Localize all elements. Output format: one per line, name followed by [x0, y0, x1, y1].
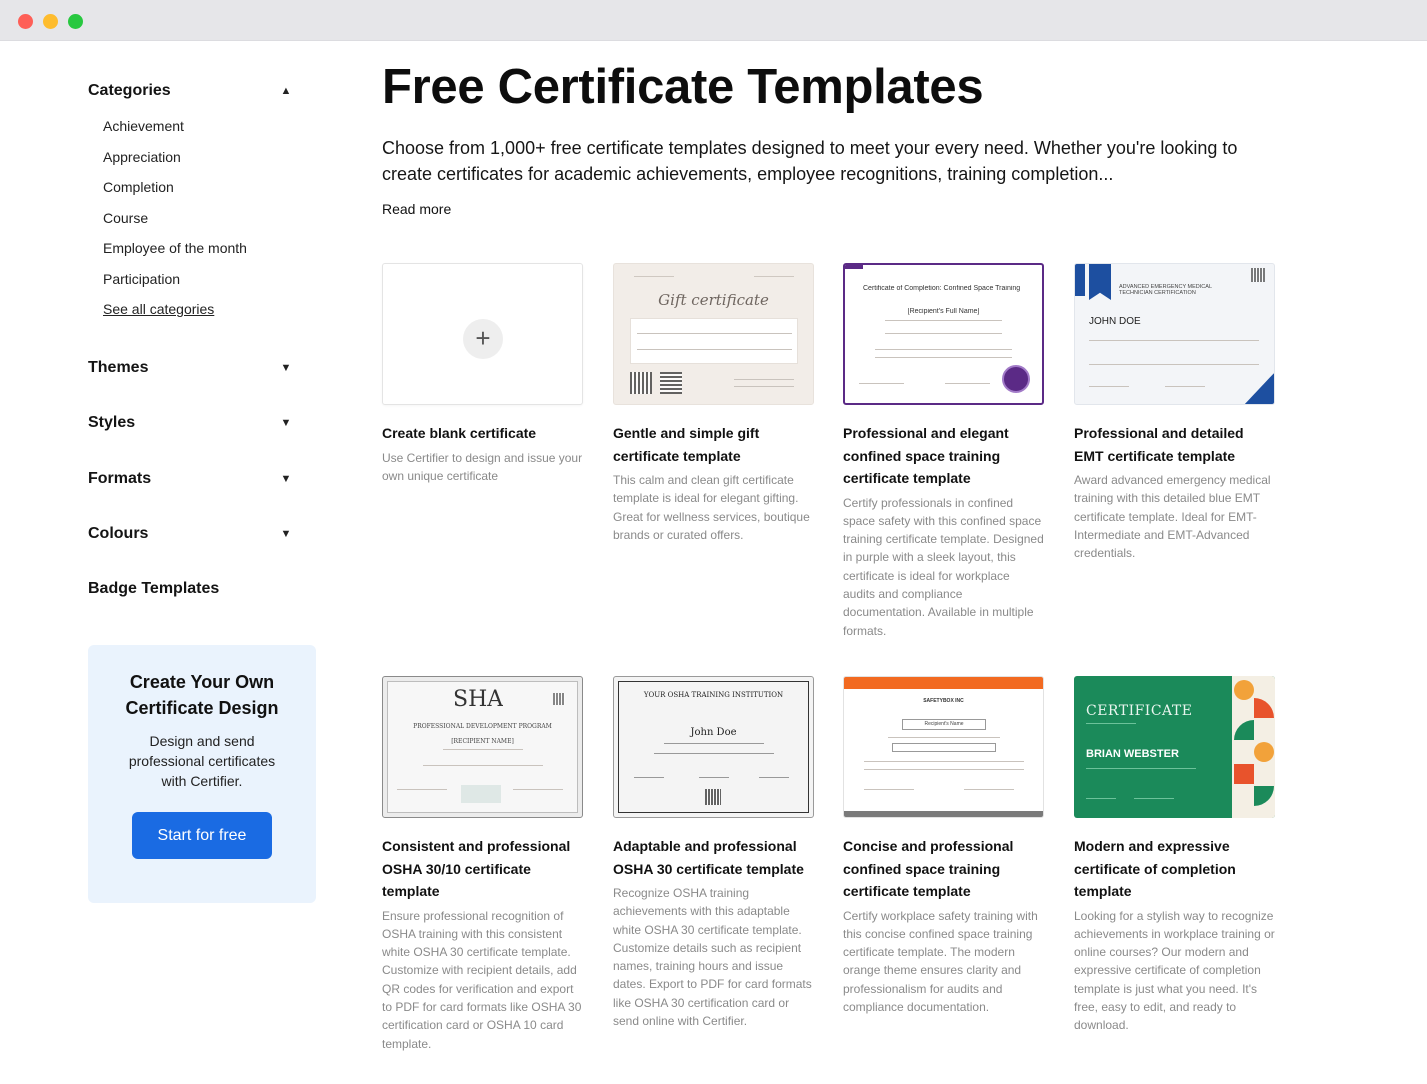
thumb-heading: Certificate of Completion: Confined Spac…	[863, 285, 1021, 292]
category-item-appreciation[interactable]: Appreciation	[103, 147, 247, 178]
blank-certificate-thumbnail[interactable]: +	[382, 263, 583, 405]
formats-title: Formats	[88, 470, 152, 487]
category-item-course[interactable]: Course	[103, 208, 247, 239]
promo-box: Create Your Own Certificate Design Desig…	[88, 645, 316, 903]
card-title[interactable]: Modern and expressive certificate of com…	[1074, 835, 1275, 903]
thumb-logo-text: SHA	[453, 687, 504, 712]
template-card-confined-space-purple[interactable]: Certificate of Completion: Confined Spac…	[843, 263, 1044, 640]
categories-toggle[interactable]: Categories ▲	[88, 79, 293, 103]
qr-code-icon	[630, 372, 652, 394]
chevron-up-icon: ▲	[280, 85, 292, 97]
osha-30-thumbnail[interactable]: YOUR OSHA TRAINING INSTITUTION John Doe	[613, 676, 814, 818]
styles-toggle[interactable]: Styles ▼	[88, 411, 293, 435]
card-title[interactable]: Create blank certificate	[382, 422, 583, 445]
card-description: Certify workplace safety training with t…	[843, 908, 1038, 1014]
gift-form-box	[630, 318, 798, 364]
card-description: Award advanced emergency medical trainin…	[1074, 473, 1271, 561]
category-item-participation[interactable]: Participation	[103, 269, 247, 300]
thumb-program: PROFESSIONAL DEVELOPMENT PROGRAM	[413, 723, 552, 730]
card-title[interactable]: Professional and detailed EMT certificat…	[1074, 422, 1275, 467]
confined-space-orange-thumbnail[interactable]: SAFETYBOX INC Recipient's Name	[843, 676, 1044, 818]
categories-title: Categories	[88, 82, 171, 99]
qr-code-icon	[1251, 268, 1265, 282]
template-card-confined-space-orange[interactable]: SAFETYBOX INC Recipient's Name Concise a…	[843, 676, 1044, 1016]
gift-certificate-thumbnail[interactable]: Gift certificate	[613, 263, 814, 405]
category-list: Achievement Appreciation Completion Cour…	[103, 116, 247, 330]
card-description: This calm and clean gift certificate tem…	[613, 473, 810, 542]
thumb-recipient: [Recipient's Full Name]	[907, 308, 980, 315]
template-card-emt[interactable]: ADVANCED EMERGENCY MEDICAL TECHNICIAN CE…	[1074, 263, 1275, 562]
category-item-employee-of-the-month[interactable]: Employee of the month	[103, 238, 247, 269]
card-title[interactable]: Consistent and professional OSHA 30/10 c…	[382, 835, 583, 903]
modern-completion-thumbnail[interactable]: CERTIFICATE BRIAN WEBSTER	[1074, 676, 1275, 818]
badge-templates-title: Badge Templates	[88, 580, 220, 597]
card-title[interactable]: Gentle and simple gift certificate templ…	[613, 422, 814, 467]
promo-title: Create Your Own Certificate Design	[125, 672, 279, 718]
emt-certificate-thumbnail[interactable]: ADVANCED EMERGENCY MEDICAL TECHNICIAN CE…	[1074, 263, 1275, 405]
close-window-button[interactable]	[18, 14, 33, 29]
qr-code-icon	[553, 693, 565, 705]
styles-title: Styles	[88, 414, 136, 431]
badge-templates-link[interactable]: Badge Templates	[88, 577, 293, 601]
start-for-free-button[interactable]: Start for free	[132, 812, 272, 859]
chevron-down-icon: ▼	[280, 417, 292, 429]
read-more-link[interactable]: Read more	[382, 201, 451, 217]
template-card-osha-30[interactable]: YOUR OSHA TRAINING INSTITUTION John Doe …	[613, 676, 814, 1030]
themes-title: Themes	[88, 359, 149, 376]
gift-certificate-heading: Gift certificate	[658, 291, 769, 309]
see-all-categories-link[interactable]: See all categories	[103, 299, 247, 330]
promo-text: Design and send professional certificate…	[128, 733, 276, 789]
seal-badge-icon	[1002, 365, 1030, 393]
template-card-osha-30-10[interactable]: SHA PROFESSIONAL DEVELOPMENT PROGRAM [RE…	[382, 676, 583, 1053]
chevron-down-icon: ▼	[280, 362, 292, 374]
colours-toggle[interactable]: Colours ▼	[88, 522, 293, 546]
category-item-achievement[interactable]: Achievement	[103, 116, 247, 147]
page-title: Free Certificate Templates	[382, 60, 984, 114]
card-description: Certify professionals in confined space …	[843, 495, 1044, 638]
thumb-heading: CERTIFICATE	[1086, 703, 1193, 719]
maximize-window-button[interactable]	[68, 14, 83, 29]
qr-code-icon	[705, 789, 721, 805]
template-card-blank[interactable]: + Create blank certificate Use Certifier…	[382, 263, 583, 485]
qr-code-icon	[660, 372, 682, 394]
card-title[interactable]: Adaptable and professional OSHA 30 certi…	[613, 835, 814, 880]
card-description: Ensure professional recognition of OSHA …	[382, 908, 582, 1051]
formats-toggle[interactable]: Formats ▼	[88, 467, 293, 491]
window-titlebar	[0, 0, 1427, 41]
card-title[interactable]: Concise and professional confined space …	[843, 835, 1044, 903]
card-description: Recognize OSHA training achievements wit…	[613, 886, 812, 1029]
thumb-recipient: Recipient's Name	[924, 721, 964, 727]
chevron-down-icon: ▼	[280, 473, 292, 485]
card-description: Use Certifier to design and issue your o…	[382, 450, 583, 483]
thumb-institution: YOUR OSHA TRAINING INSTITUTION	[643, 691, 784, 699]
card-description: Looking for a stylish way to recognize a…	[1074, 908, 1275, 1033]
thumb-recipient: John Doe	[690, 727, 737, 738]
osha-30-10-thumbnail[interactable]: SHA PROFESSIONAL DEVELOPMENT PROGRAM [RE…	[382, 676, 583, 818]
minimize-window-button[interactable]	[43, 14, 58, 29]
thumb-company: SAFETYBOX INC	[923, 698, 964, 704]
confined-space-purple-thumbnail[interactable]: Certificate of Completion: Confined Spac…	[843, 263, 1044, 405]
card-title[interactable]: Professional and elegant confined space …	[843, 422, 1044, 490]
thumb-recipient: BRIAN WEBSTER	[1086, 748, 1179, 760]
template-card-modern-completion[interactable]: CERTIFICATE BRIAN WEBSTER Modern and exp…	[1074, 676, 1275, 1035]
ribbon-icon	[1089, 264, 1111, 300]
thumb-recipient: [RECIPIENT NAME]	[451, 738, 514, 745]
intro-text: Choose from 1,000+ free certificate temp…	[382, 138, 1238, 184]
thumb-recipient: JOHN DOE	[1089, 316, 1141, 327]
category-item-completion[interactable]: Completion	[103, 177, 247, 208]
colours-title: Colours	[88, 525, 149, 542]
chevron-down-icon: ▼	[280, 528, 292, 540]
plus-icon: +	[463, 319, 503, 359]
themes-toggle[interactable]: Themes ▼	[88, 356, 293, 380]
template-card-gift[interactable]: Gift certificate Gentle and simple gift …	[613, 263, 814, 544]
thumb-heading: ADVANCED EMERGENCY MEDICAL TECHNICIAN CE…	[1119, 284, 1212, 296]
